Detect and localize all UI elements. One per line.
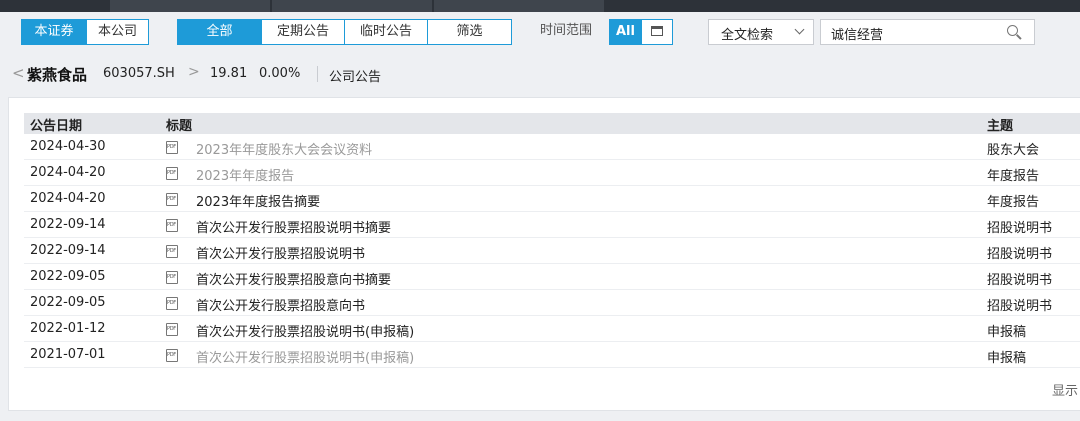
- top-tab[interactable]: [434, 0, 604, 12]
- breadcrumb-divider: [317, 66, 318, 82]
- search-mode-select[interactable]: 全文检索: [708, 19, 814, 45]
- row-topic: 申报稿: [987, 351, 1027, 366]
- row-topic: 招股说明书: [987, 273, 1053, 288]
- search-input[interactable]: 诚信经营: [820, 19, 1035, 45]
- table-row[interactable]: 2022-01-12 首次公开发行股票招股说明书(申报稿) 申报稿: [24, 316, 1080, 342]
- page-title: 公司公告: [329, 70, 382, 85]
- row-date: 2022-09-14: [30, 243, 106, 258]
- row-date: 2021-07-01: [30, 347, 106, 362]
- security-change: 0.00%: [259, 66, 301, 81]
- row-title-link[interactable]: 首次公开发行股票招股说明书(申报稿): [196, 321, 414, 340]
- table-row[interactable]: 2022-09-14 首次公开发行股票招股说明书摘要 招股说明书: [24, 212, 1080, 238]
- top-tab[interactable]: [110, 0, 270, 12]
- row-topic: 年度报告: [987, 195, 1040, 210]
- scope-tab-security[interactable]: 本证券: [22, 20, 86, 44]
- scope-tab-company[interactable]: 本公司: [86, 20, 148, 44]
- row-date: 2024-04-30: [30, 139, 106, 154]
- table-header: 公告日期 标题 主题: [24, 113, 1080, 134]
- table-row[interactable]: 2021-07-01 首次公开发行股票招股说明书(申报稿) 申报稿: [24, 342, 1080, 368]
- header-date[interactable]: 公告日期: [30, 115, 82, 134]
- breadcrumb-separator-icon: >: [188, 64, 200, 80]
- scope-segment: 本证券 本公司: [21, 19, 149, 45]
- pdf-icon: [166, 245, 178, 258]
- row-topic: 申报稿: [987, 325, 1027, 340]
- search-mode-value: 全文检索: [721, 28, 774, 43]
- pdf-icon: [166, 349, 178, 362]
- row-date: 2022-01-12: [30, 321, 106, 336]
- table-row[interactable]: 2024-04-20 2023年年度报告 年度报告: [24, 160, 1080, 186]
- pdf-icon: [166, 167, 178, 180]
- type-tab-periodic[interactable]: 定期公告: [261, 20, 344, 44]
- security-price: 19.81: [210, 66, 248, 81]
- row-title-link[interactable]: 首次公开发行股票招股意向书: [196, 295, 365, 314]
- pagination-info: 显示: [1052, 384, 1079, 399]
- security-code: 603057.SH: [103, 66, 175, 81]
- row-topic: 股东大会: [987, 143, 1040, 158]
- row-title-link[interactable]: 首次公开发行股票招股说明书摘要: [196, 217, 391, 236]
- header-title[interactable]: 标题: [166, 115, 192, 134]
- time-range-label: 时间范围: [540, 23, 593, 38]
- announcement-panel: 公告日期 标题 主题 2024-04-30 2023年年度股东大会会议资料 股东大会…: [8, 97, 1080, 411]
- pdf-icon: [166, 193, 178, 206]
- pdf-icon: [166, 141, 178, 154]
- pdf-icon: [166, 323, 178, 336]
- row-topic: 年度报告: [987, 169, 1040, 184]
- pdf-icon: [166, 219, 178, 232]
- row-topic: 招股说明书: [987, 299, 1053, 314]
- row-title-link[interactable]: 首次公开发行股票招股意向书摘要: [196, 269, 391, 288]
- type-tab-temporary[interactable]: 临时公告: [344, 20, 427, 44]
- security-name[interactable]: 紫燕食品: [27, 64, 87, 85]
- row-title-link[interactable]: 2023年年度报告: [196, 165, 294, 184]
- chevron-down-icon: [794, 24, 805, 35]
- table-row[interactable]: 2024-04-30 2023年年度股东大会会议资料 股东大会: [24, 134, 1080, 160]
- row-title-link[interactable]: 2023年年度股东大会会议资料: [196, 139, 372, 158]
- row-topic: 招股说明书: [987, 221, 1053, 236]
- table-row[interactable]: 2022-09-14 首次公开发行股票招股说明书 招股说明书: [24, 238, 1080, 264]
- type-segment: 全部 定期公告 临时公告 筛选: [177, 19, 512, 45]
- search-icon[interactable]: [1007, 25, 1018, 36]
- row-title-link[interactable]: 首次公开发行股票招股说明书: [196, 243, 365, 262]
- search-input-value: 诚信经营: [831, 28, 884, 43]
- table-row[interactable]: 2022-09-05 首次公开发行股票招股意向书摘要 招股说明书: [24, 264, 1080, 290]
- header-topic[interactable]: 主题: [987, 115, 1013, 134]
- type-tab-all[interactable]: 全部: [178, 20, 261, 44]
- calendar-icon: [651, 26, 663, 36]
- row-date: 2022-09-05: [30, 269, 106, 284]
- row-title-link[interactable]: 首次公开发行股票招股说明书(申报稿): [196, 347, 414, 366]
- type-tab-filter[interactable]: 筛选: [427, 20, 511, 44]
- top-tab-strip: [0, 0, 1080, 12]
- row-date: 2022-09-14: [30, 217, 106, 232]
- row-date: 2022-09-05: [30, 295, 106, 310]
- time-range-all-button[interactable]: All: [610, 20, 641, 44]
- breadcrumb: < 紫燕食品 603057.SH > 19.81 0.00% 公司公告: [0, 60, 1080, 88]
- row-date: 2024-04-20: [30, 165, 106, 180]
- row-date: 2024-04-20: [30, 191, 106, 206]
- pdf-icon: [166, 297, 178, 310]
- top-tab[interactable]: [272, 0, 432, 12]
- table-row[interactable]: 2022-09-05 首次公开发行股票招股意向书 招股说明书: [24, 290, 1080, 316]
- announcement-list: 2024-04-302023年年度股东大会会议资料股东大会2024-04-202…: [24, 134, 1080, 368]
- pdf-icon: [166, 271, 178, 284]
- row-title-link[interactable]: 2023年年度报告摘要: [196, 191, 320, 210]
- back-chevron-icon[interactable]: <: [12, 64, 25, 82]
- row-topic: 招股说明书: [987, 247, 1053, 262]
- calendar-button[interactable]: [641, 20, 672, 44]
- time-range-segment: All: [609, 19, 673, 45]
- table-row[interactable]: 2024-04-20 2023年年度报告摘要 年度报告: [24, 186, 1080, 212]
